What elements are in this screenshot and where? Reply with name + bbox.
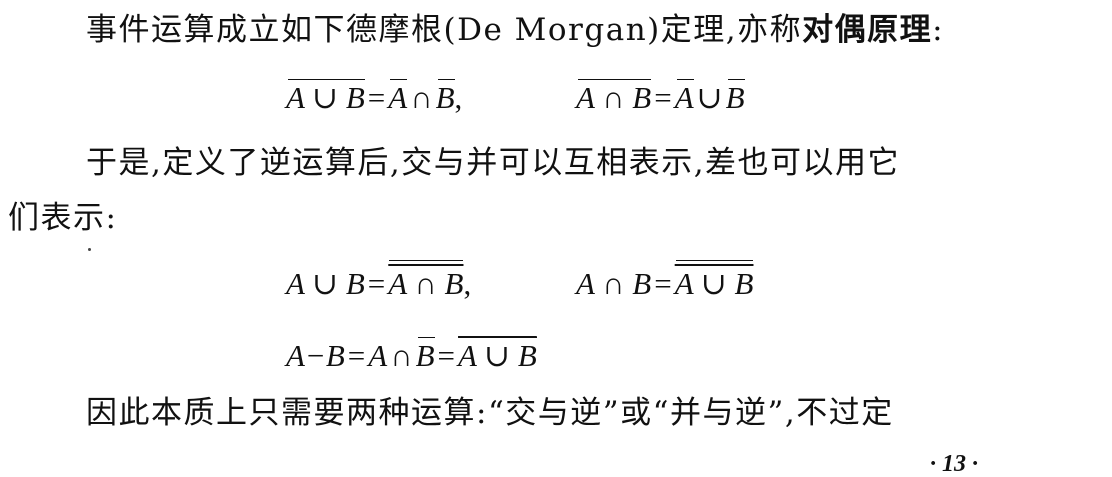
print-speck [88,248,91,251]
complement-b: B [415,337,435,373]
paragraph-de-morgan-intro: 事件运算成立如下德摩根(De Morgan)定理,亦称对偶原理: [86,15,944,46]
equals-sign: = [654,266,672,301]
duality-principle-term: 对偶原理 [802,12,933,48]
complement-b: B [435,79,455,115]
union-by-complement-formula: A ∪ B=A ∩ B, [286,260,472,301]
page-number: · 13 · [930,451,978,477]
complement-union: A ∪ B [286,79,365,115]
book-page: 事件运算成立如下德摩根(De Morgan)定理,亦称对偶原理: A ∪ B=A… [0,0,1112,477]
complement-a: A [388,79,408,115]
paragraph-line-2: 们表示: [8,200,118,236]
paragraph-line-1: 于是,定义了逆运算后,交与并可以互相表示,差也可以用它 [86,145,901,181]
complement-a: A [674,79,694,115]
paragraph-two-operations: 因此本质上只需要两种运算:“交与逆”或“并与逆”,不过定 [86,395,894,431]
formula-comma: , [454,80,463,115]
equals-sign: = [347,338,366,373]
intersection-op: ∩ [390,338,413,373]
intersection-by-complement-formula: A ∩ B=A ∪ B [576,260,754,301]
intersection-expression: A ∩ B [576,266,652,301]
intersection-op: ∩ [410,80,433,115]
intro-colon: : [932,12,945,48]
union-op: ∪ [696,80,723,115]
intro-text: 事件运算成立如下德摩根(De Morgan)定理,亦称 [86,12,803,48]
equals-sign: = [437,338,456,373]
de-morgan-formula: A ∪ B=A∩B, [286,79,463,115]
set-a: A [368,338,388,373]
complement-intersection: A ∩ B [576,79,652,115]
outer-complement: A ∪ B [674,260,754,301]
difference-expression: A−B [286,338,345,373]
difference-formula: A−B=A∩B=A ∪ B [286,337,537,373]
equals-sign: = [367,266,386,301]
complemented-union: A ∪ B [674,266,754,301]
complemented-intersection: A ∩ B [388,266,464,301]
equals-sign: = [654,80,672,115]
complemented-a-union-b: A ∪ B [458,338,537,373]
union-expression: A ∪ B [286,266,365,301]
complement-of-union: A ∪ B [458,337,537,373]
equals-sign: = [367,80,386,115]
formula-comma: , [463,266,472,301]
outer-complement: A ∩ B [388,260,464,301]
de-morgan-formula-2: A ∩ B=A∪B [576,79,745,115]
complement-b: B [725,79,745,115]
